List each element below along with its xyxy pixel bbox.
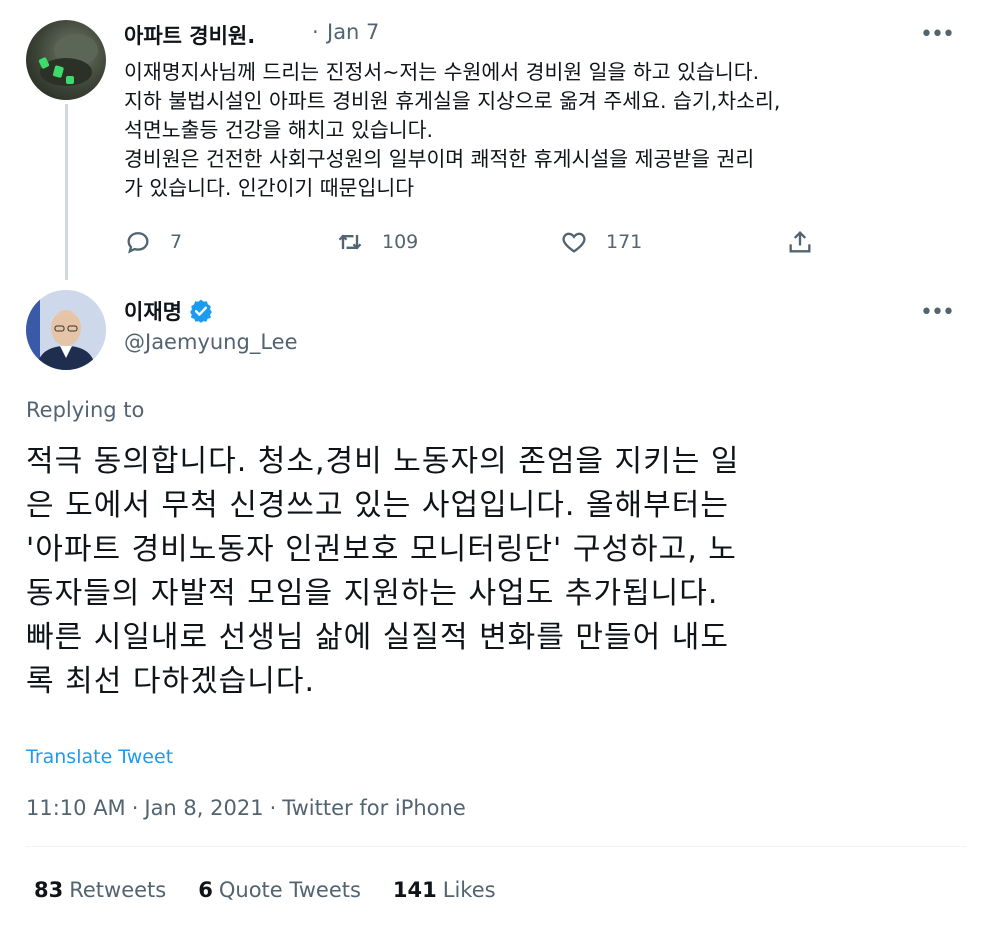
main-text-line: 록 최선 다하겠습니다. [26, 664, 316, 699]
main-text-line: '아파트 경비노동자 인권보호 모니터링단' 구성하고, 노 [26, 532, 737, 567]
main-author-avatar[interactable] [26, 290, 106, 370]
retweet-count: 109 [382, 231, 419, 253]
tweet-source[interactable]: Twitter for iPhone [282, 796, 466, 820]
like-button[interactable]: 171 [560, 224, 642, 260]
tweet-time[interactable]: 11:10 AM [26, 796, 126, 820]
parent-text-line: 지하 불법시설인 아파트 경비원 휴게실을 지상으로 옮겨 주세요. 습기,차소… [124, 89, 781, 113]
main-author-name-row[interactable]: 이재명 [124, 296, 214, 326]
parent-text-line: 가 있습니다. 인간이기 때문입니다 [124, 176, 415, 200]
reply-icon [127, 232, 149, 254]
parent-author-name[interactable]: 아파트 경비원. [124, 20, 255, 50]
share-button[interactable] [786, 224, 814, 260]
meta-separator: · [269, 796, 277, 820]
retweets-label: Retweets [69, 878, 167, 902]
retweets-stat[interactable]: 83 Retweets [34, 878, 166, 902]
main-author-handle[interactable]: @Jaemyung_Lee [124, 330, 298, 354]
verified-badge-icon [190, 299, 212, 323]
retweet-button[interactable]: 109 [336, 224, 418, 260]
likes-stat[interactable]: 141 Likes [393, 878, 496, 902]
likes-label: Likes [442, 878, 496, 902]
likes-count: 141 [392, 878, 437, 902]
reply-button[interactable]: 7 [124, 224, 182, 260]
main-text-line: 적극 동의합니다. 청소,경비 노동자의 존엄을 지키는 일 [26, 444, 740, 479]
parent-tweet-date[interactable]: Jan 7 [327, 20, 379, 44]
retweet-icon [338, 234, 362, 250]
parent-text-line: 이재명지사님께 드리는 진정서~저는 수원에서 경비원 일을 하고 있습니다. [124, 60, 760, 84]
retweets-count: 83 [34, 878, 64, 902]
quote-tweets-label: Quote Tweets [218, 878, 361, 902]
quote-tweets-stat[interactable]: 6 Quote Tweets [198, 878, 361, 902]
parent-date-separator: · [312, 20, 319, 44]
main-text-line: 동자들의 자발적 모임을 지원하는 사업도 추가됩니다. [26, 576, 719, 611]
like-icon [562, 232, 586, 253]
main-author-name[interactable]: 이재명 [124, 296, 182, 326]
divider [26, 846, 966, 847]
main-text-line: 은 도에서 무척 신경쓰고 있는 사업입니다. 올해부터는 [26, 488, 729, 523]
share-icon [789, 231, 811, 253]
main-tweet-text: 적극 동의합니다. 청소,경비 노동자의 존엄을 지키는 일 은 도에서 무척 … [26, 440, 976, 704]
replying-to-label: Replying to [26, 398, 145, 422]
reply-count: 7 [170, 231, 183, 253]
parent-tweet-text: 이재명지사님께 드리는 진정서~저는 수원에서 경비원 일을 하고 있습니다. … [124, 58, 964, 203]
parent-action-bar: 7 109 171 [124, 224, 824, 260]
main-more-options-icon[interactable]: ••• [920, 300, 955, 325]
parent-text-line: 경비원은 건전한 사회구성원의 일부이며 쾌적한 휴게시설을 제공받을 권리 [124, 147, 755, 171]
parent-more-options-icon[interactable]: ••• [920, 22, 955, 47]
thread-connector-line [65, 104, 68, 280]
parent-author-avatar[interactable] [26, 20, 106, 100]
tweet-meta: 11:10 AM · Jan 8, 2021 · Twitter for iPh… [26, 796, 466, 820]
main-text-line: 빠른 시일내로 선생님 삶에 실질적 변화를 만들어 내도 [26, 620, 729, 655]
parent-text-line: 석면노출등 건강을 해치고 있습니다. [124, 118, 433, 142]
translate-tweet-link[interactable]: Translate Tweet [26, 746, 173, 768]
quote-tweets-count: 6 [198, 878, 213, 902]
engagement-stats: 83 Retweets 6 Quote Tweets 141 Likes [34, 878, 528, 902]
meta-separator: · [131, 796, 139, 820]
tweet-date[interactable]: Jan 8, 2021 [144, 796, 263, 820]
like-count: 171 [606, 231, 643, 253]
